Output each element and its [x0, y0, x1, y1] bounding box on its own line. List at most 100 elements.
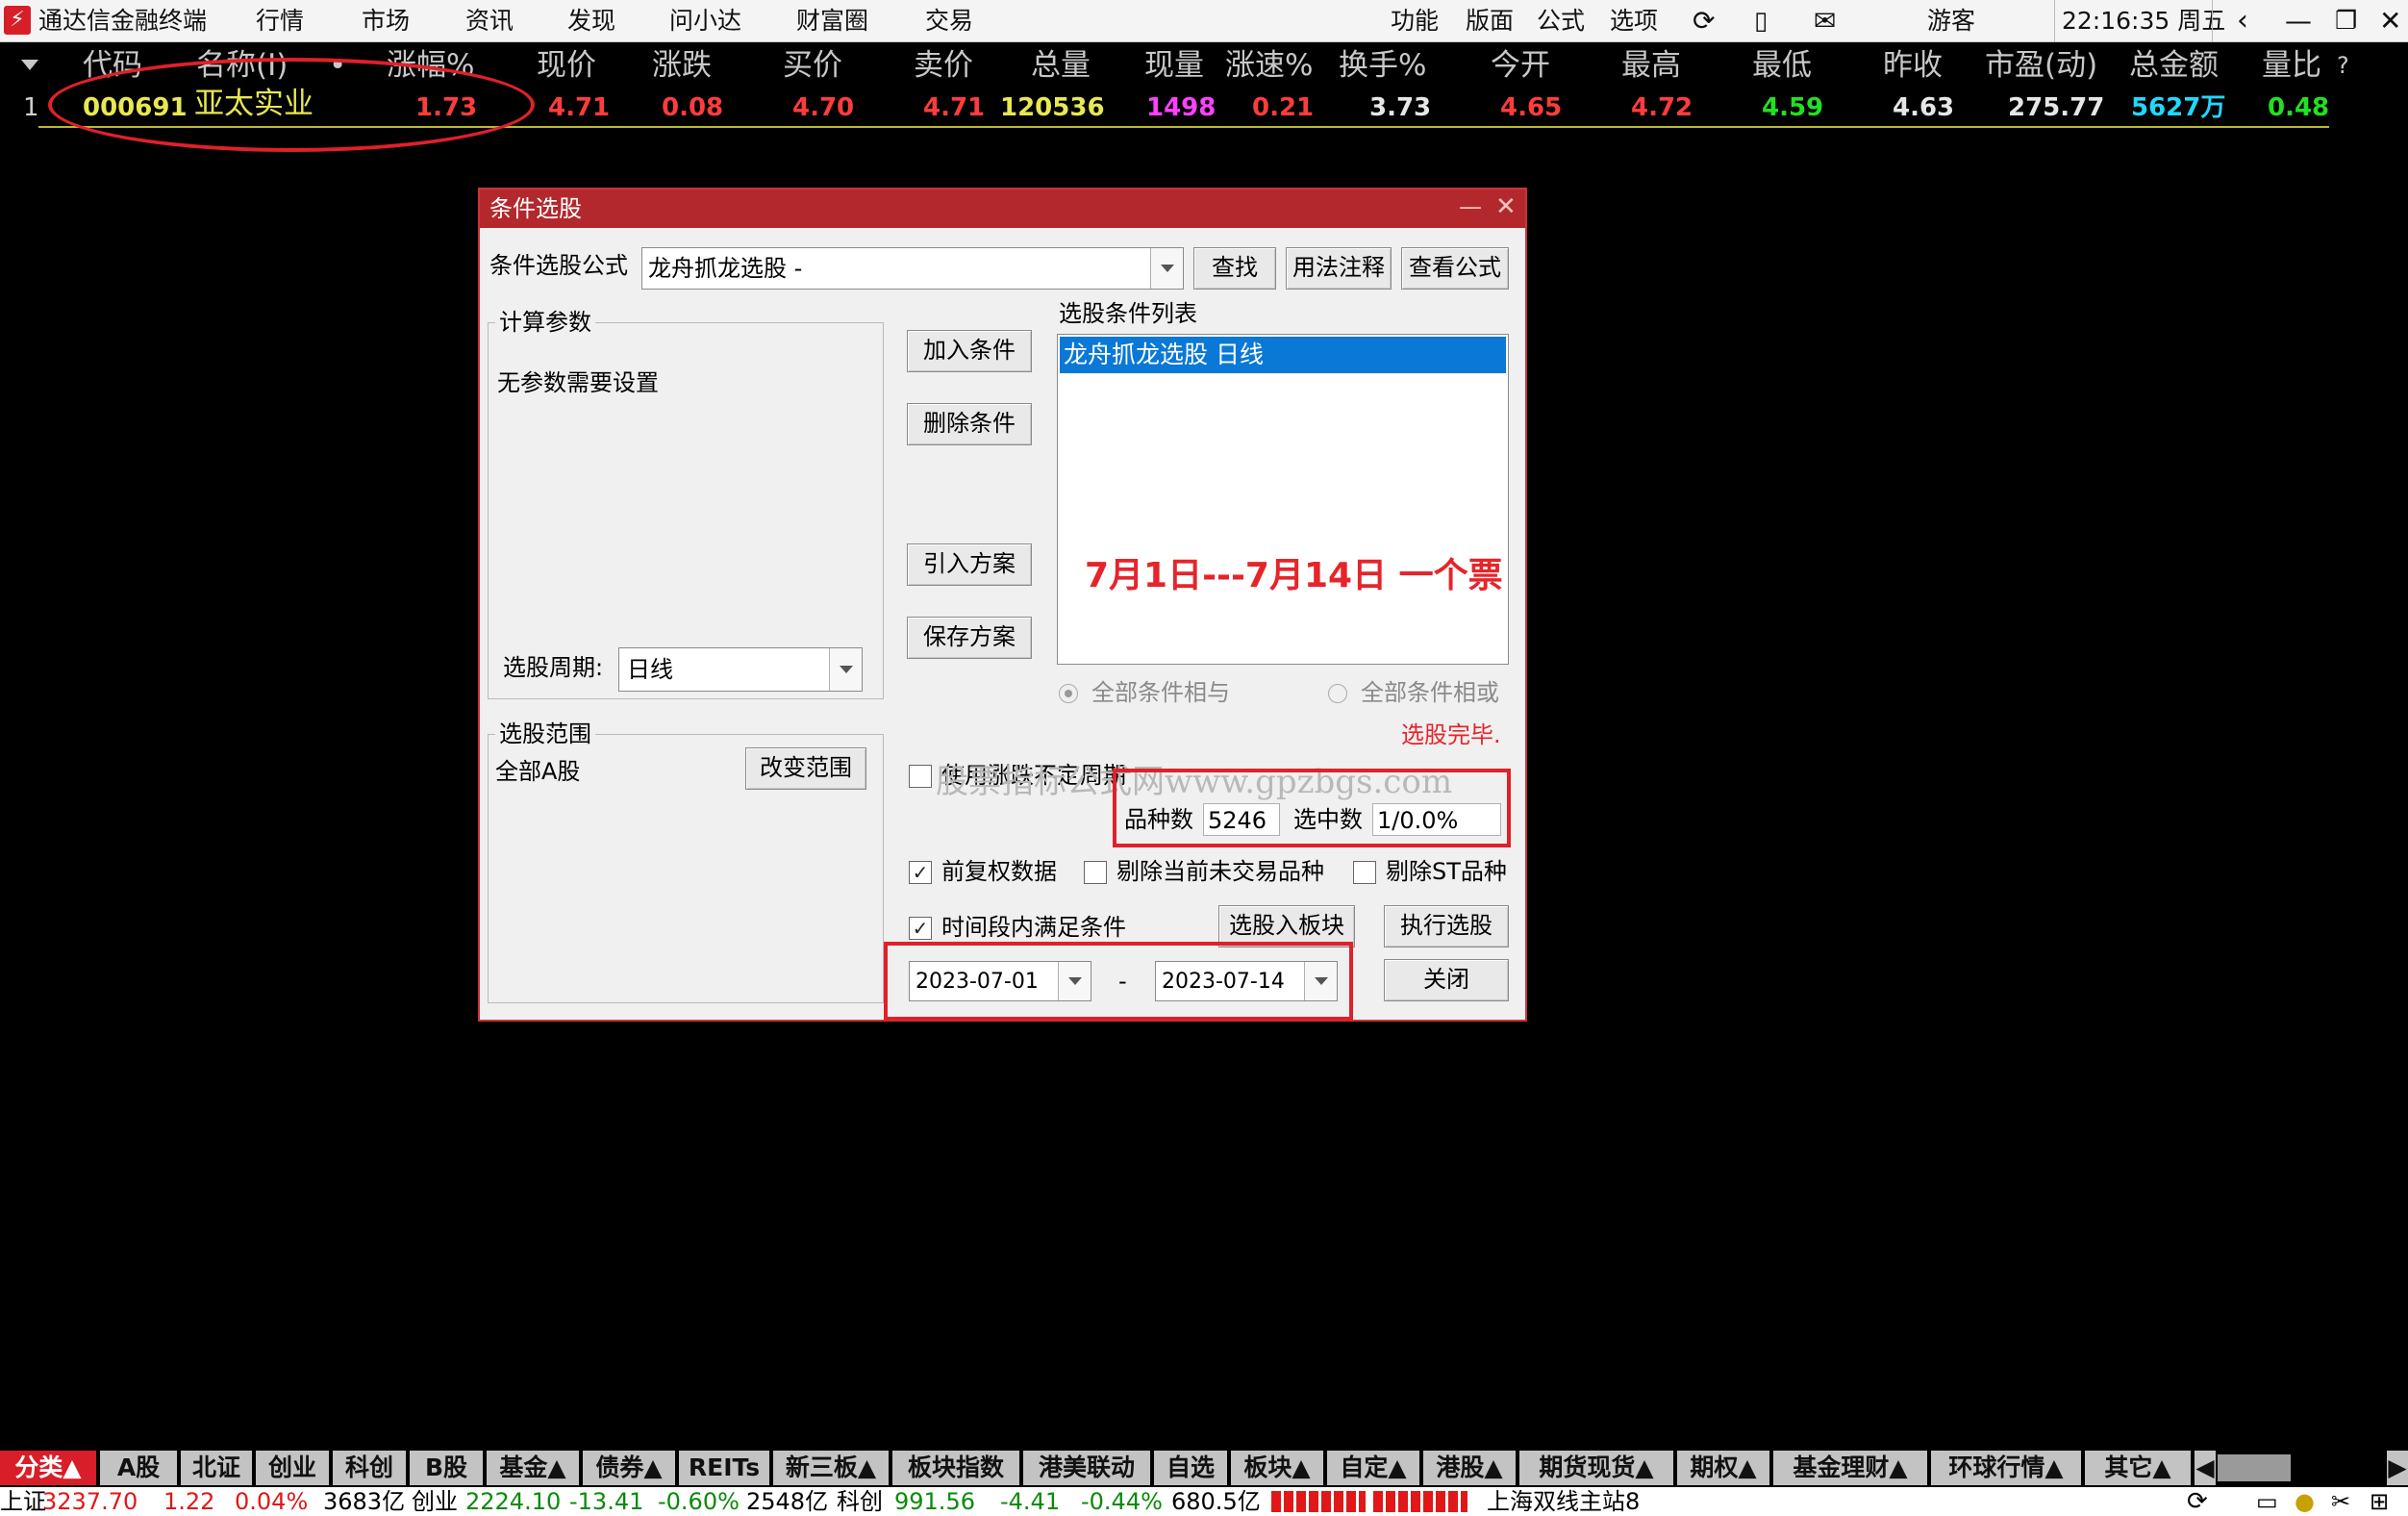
- dialog-titlebar[interactable]: 条件选股 — ✕: [480, 190, 1525, 228]
- condition-list[interactable]: 龙舟抓龙选股 日线 7月1日---7月14日 一个票: [1057, 334, 1509, 665]
- period-label: 选股周期:: [503, 654, 604, 681]
- add-condition-button[interactable]: 加入条件: [907, 330, 1032, 372]
- cell-open: 4.65: [1500, 93, 1563, 122]
- phone-icon[interactable]: ▯: [1754, 4, 1768, 38]
- scroll-right-icon[interactable]: ▶: [2387, 1451, 2408, 1485]
- col-price[interactable]: 现价: [537, 48, 596, 83]
- cell-turnover: 3.73: [1369, 93, 1432, 122]
- tab-sector-index[interactable]: 板块指数: [892, 1451, 1019, 1485]
- radio-or[interactable]: [1328, 684, 1347, 703]
- tab-star[interactable]: 科创: [333, 1451, 406, 1485]
- usage-notes-button[interactable]: 用法注释: [1286, 247, 1392, 290]
- dialog-minimize-icon[interactable]: —: [1459, 191, 1482, 222]
- col-volume[interactable]: 总量: [1031, 48, 1091, 83]
- col-change[interactable]: 涨跌: [652, 48, 712, 83]
- time-range-checkbox[interactable]: ✓: [909, 917, 932, 940]
- divider: [2212, 0, 2213, 42]
- execute-button[interactable]: 执行选股: [1384, 905, 1509, 948]
- tab-watchlist[interactable]: 自选: [1154, 1451, 1227, 1485]
- col-high[interactable]: 最高: [1621, 48, 1681, 83]
- menu-options[interactable]: 选项: [1610, 4, 1658, 38]
- col-bid[interactable]: 买价: [783, 48, 842, 83]
- formula-select[interactable]: 龙舟抓龙选股 -: [641, 247, 1184, 290]
- menu-trade[interactable]: 交易: [925, 4, 973, 38]
- menu-market[interactable]: 市场: [362, 4, 410, 38]
- scroll-left-icon[interactable]: ◀: [2195, 1451, 2216, 1485]
- col-low[interactable]: 最低: [1752, 48, 1812, 83]
- sync-icon[interactable]: ⟳: [2187, 1487, 2208, 1516]
- tab-neeq[interactable]: 新三板▲: [773, 1451, 889, 1485]
- help-icon[interactable]: ?: [2337, 48, 2349, 83]
- tab-chinext[interactable]: 创业: [256, 1451, 329, 1485]
- col-amount[interactable]: 总金额: [2129, 48, 2219, 83]
- menu-icon[interactable]: ⊞: [2370, 1487, 2389, 1516]
- sh-amount: 3683亿: [323, 1488, 406, 1515]
- tab-fund-wealth[interactable]: 基金理财▲: [1773, 1451, 1927, 1485]
- menu-discover[interactable]: 发现: [567, 4, 615, 38]
- chevron-down-icon[interactable]: [1150, 248, 1183, 289]
- change-scope-button[interactable]: 改变范围: [745, 747, 866, 790]
- back-icon[interactable]: ‹: [2237, 4, 2248, 38]
- menu-quotes[interactable]: 行情: [256, 4, 304, 38]
- close-dialog-button[interactable]: 关闭: [1384, 959, 1509, 1001]
- menu-ask[interactable]: 问小达: [669, 4, 741, 38]
- use-range-checkbox[interactable]: [909, 765, 932, 788]
- tab-futures[interactable]: 期货现货▲: [1519, 1451, 1673, 1485]
- tab-fund[interactable]: 基金▲: [487, 1451, 579, 1485]
- tab-category[interactable]: 分类▲: [0, 1451, 96, 1485]
- menu-formula[interactable]: 公式: [1537, 4, 1585, 38]
- find-button[interactable]: 查找: [1193, 247, 1276, 290]
- chevron-down-icon[interactable]: [829, 648, 862, 691]
- radio-and[interactable]: [1059, 684, 1078, 703]
- tab-b-share[interactable]: B股: [410, 1451, 483, 1485]
- minimize-icon[interactable]: —: [2285, 4, 2312, 38]
- col-open[interactable]: 今开: [1491, 48, 1550, 83]
- coin-icon[interactable]: ●: [2295, 1487, 2315, 1516]
- list-item[interactable]: 龙舟抓龙选股 日线: [1060, 337, 1506, 373]
- delete-condition-button[interactable]: 删除条件: [907, 403, 1032, 445]
- close-icon[interactable]: ✕: [2379, 4, 2401, 38]
- sort-menu-icon[interactable]: [21, 60, 38, 70]
- tab-hk[interactable]: 港股▲: [1423, 1451, 1516, 1485]
- user-label[interactable]: 游客: [1927, 4, 1975, 38]
- tab-scrollbar[interactable]: [2218, 1454, 2291, 1481]
- untraded-checkbox[interactable]: [1084, 861, 1107, 884]
- condition-list-label: 选股条件列表: [1059, 300, 1197, 327]
- tab-beijing[interactable]: 北证: [181, 1451, 252, 1485]
- tab-sector[interactable]: 板块▲: [1231, 1451, 1323, 1485]
- tab-other[interactable]: 其它▲: [2085, 1451, 2191, 1485]
- tab-reits[interactable]: REITs: [679, 1451, 769, 1485]
- tab-options[interactable]: 期权▲: [1677, 1451, 1769, 1485]
- mail-icon[interactable]: ✉: [1814, 4, 1836, 38]
- st-checkbox[interactable]: [1353, 861, 1376, 884]
- view-formula-button[interactable]: 查看公式: [1401, 247, 1509, 290]
- tab-bond[interactable]: 债券▲: [583, 1451, 675, 1485]
- menu-wealth[interactable]: 财富圈: [796, 4, 868, 38]
- period-select[interactable]: 日线: [618, 647, 863, 692]
- col-prev-close[interactable]: 昨收: [1883, 48, 1943, 83]
- restore-icon[interactable]: ❐: [2335, 4, 2357, 38]
- cell-amount: 5627万: [2131, 93, 2226, 122]
- refresh-icon[interactable]: ⟳: [1693, 4, 1715, 38]
- menu-function[interactable]: 功能: [1391, 4, 1439, 38]
- col-turnover[interactable]: 换手%: [1339, 48, 1426, 83]
- fq-checkbox[interactable]: ✓: [909, 861, 932, 884]
- server-name[interactable]: 上海双线主站8: [1487, 1487, 1640, 1516]
- import-plan-button[interactable]: 引入方案: [907, 543, 1032, 586]
- save-plan-button[interactable]: 保存方案: [907, 617, 1032, 659]
- tab-global[interactable]: 环球行情▲: [1931, 1451, 2081, 1485]
- col-cur-vol[interactable]: 现量: [1144, 48, 1204, 83]
- col-speed[interactable]: 涨速%: [1225, 48, 1313, 83]
- tab-custom[interactable]: 自定▲: [1327, 1451, 1419, 1485]
- tab-hk-us[interactable]: 港美联动: [1023, 1451, 1150, 1485]
- col-vol-ratio[interactable]: 量比: [2262, 48, 2321, 83]
- tab-a-share[interactable]: A股: [100, 1451, 177, 1485]
- menu-layout[interactable]: 版面: [1466, 4, 1514, 38]
- col-ask[interactable]: 卖价: [914, 48, 973, 83]
- menu-news[interactable]: 资讯: [465, 4, 514, 38]
- tools-icon[interactable]: ✂: [2331, 1487, 2350, 1516]
- time-range-label: 时间段内满足条件: [941, 914, 1126, 941]
- col-pe[interactable]: 市盈(动): [1985, 48, 2097, 83]
- panel-icon[interactable]: ▭: [2256, 1487, 2278, 1516]
- dialog-close-icon[interactable]: ✕: [1495, 191, 1517, 222]
